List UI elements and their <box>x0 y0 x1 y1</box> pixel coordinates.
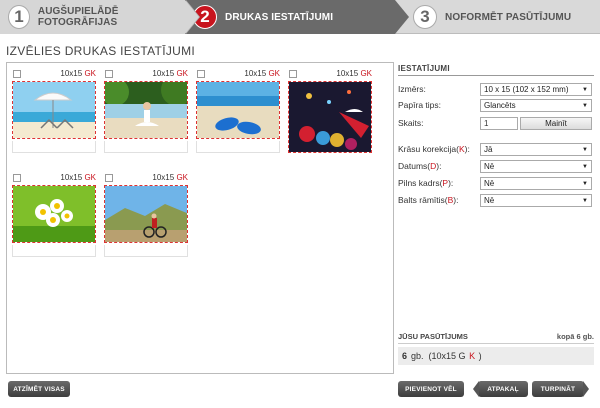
step-divider <box>395 0 409 34</box>
photo-tile[interactable]: 10x15 GK <box>10 171 98 259</box>
settings-header: IESTATĪJUMI <box>398 62 594 76</box>
photo-caption <box>12 141 96 153</box>
white-border-select[interactable]: Nē ▼ <box>480 193 592 207</box>
chevron-down-icon: ▼ <box>582 163 588 170</box>
print-settings-panel: IESTATĪJUMI Izmērs: 10 x 15 (102 x 152 m… <box>398 62 594 207</box>
photo-tile[interactable]: 10x15 GK <box>102 67 190 155</box>
photo-checkbox[interactable] <box>105 70 113 78</box>
step-number: 3 <box>413 5 437 29</box>
photo-caption <box>104 141 188 153</box>
photo-size-label: 10x15 GK <box>60 69 96 78</box>
full-frame-row: Pilns kadrs(P): Nē ▼ <box>398 176 594 190</box>
photo-size-label: 10x15 GK <box>60 173 96 182</box>
order-summary: JŪSU PASŪTĪJUMS kopā 6 gb. 6 gb. (10x15 … <box>398 332 594 368</box>
size-label: Izmērs: <box>398 84 426 94</box>
step-print-settings[interactable]: 2 DRUKAS IESTATĪJUMI <box>185 0 395 34</box>
size-row: Izmērs: 10 x 15 (102 x 152 mm) ▼ <box>398 82 594 96</box>
add-more-button[interactable]: PIEVIENOT VĒL <box>398 381 464 397</box>
white-border-label: Balts rāmītis(B): <box>398 195 459 205</box>
photo-checkbox[interactable] <box>197 70 205 78</box>
order-unit: gb. <box>411 351 424 361</box>
chevron-down-icon: ▼ <box>582 180 588 187</box>
date-label: Datums(D): <box>398 161 442 171</box>
photo-size-label: 10x15 GK <box>244 69 280 78</box>
step-divider <box>185 0 199 34</box>
photo-caption <box>104 245 188 257</box>
paper-row: Papīra tips: Glancēts ▼ <box>398 98 594 112</box>
full-frame-label: Pilns kadrs(P): <box>398 178 454 188</box>
full-frame-select[interactable]: Nē ▼ <box>480 176 592 190</box>
step-label: DRUKAS IESTATĪJUMI <box>225 11 334 23</box>
daisies-photo[interactable] <box>12 185 96 243</box>
date-select[interactable]: Nē ▼ <box>480 159 592 173</box>
photo-checkbox[interactable] <box>13 70 21 78</box>
photo-tile[interactable]: 10x15 GK <box>286 67 374 155</box>
count-input[interactable]: 1 <box>480 116 518 130</box>
wizard-steps: 1 AUGŠUPIELĀDĒ FOTOGRĀFIJAS 2 DRUKAS IES… <box>0 0 600 34</box>
date-row: Datums(D): Nē ▼ <box>398 159 594 173</box>
photo-checkbox[interactable] <box>289 70 297 78</box>
paper-label: Papīra tips: <box>398 100 441 110</box>
photo-grid: 10x15 GK 10x15 GK 10x15 GK 10x15 GK 10x1… <box>6 62 394 374</box>
chevron-down-icon: ▼ <box>582 197 588 204</box>
yoga-woman-photo[interactable] <box>104 81 188 139</box>
order-detail: (10x15 G K ) <box>428 351 482 361</box>
photo-size-label: 10x15 GK <box>152 173 188 182</box>
flip-flops-sand-photo[interactable] <box>196 81 280 139</box>
continue-button[interactable]: TURPINĀT <box>532 381 589 397</box>
photo-caption <box>12 245 96 257</box>
chevron-down-icon: ▼ <box>582 102 588 109</box>
photo-tile[interactable]: 10x15 GK <box>10 67 98 155</box>
photo-tile[interactable]: 10x15 GK <box>102 171 190 259</box>
order-title: JŪSU PASŪTĪJUMS <box>398 332 468 341</box>
white-border-row: Balts rāmītis(B): Nē ▼ <box>398 193 594 207</box>
size-select[interactable]: 10 x 15 (102 x 152 mm) ▼ <box>480 82 592 96</box>
photo-checkbox[interactable] <box>105 174 113 182</box>
step-label: NOFORMĒT PASŪTĪJUMU <box>445 11 572 23</box>
paper-select[interactable]: Glancēts ▼ <box>480 98 592 112</box>
photo-tile[interactable]: 10x15 GK <box>194 67 282 155</box>
color-correction-label: Krāsu korekcija(K): <box>398 144 470 154</box>
color-correction-row: Krāsu korekcija(K): Jā ▼ <box>398 142 594 156</box>
step-checkout[interactable]: 3 NOFORMĒT PASŪTĪJUMU <box>395 0 600 34</box>
mark-all-button[interactable]: ATZĪMĒT VISAS <box>8 381 70 397</box>
count-label: Skaits: <box>398 118 424 128</box>
christmas-ornaments-photo[interactable] <box>288 81 372 153</box>
photo-size-label: 10x15 GK <box>152 69 188 78</box>
photo-checkbox[interactable] <box>13 174 21 182</box>
change-button[interactable]: Mainīt <box>520 116 592 130</box>
step-number: 1 <box>8 5 30 29</box>
order-qty: 6 <box>402 351 408 361</box>
page-title: IZVĒLIES DRUKAS IESTATĪJUMI <box>6 44 196 58</box>
color-correction-select[interactable]: Jā ▼ <box>480 142 592 156</box>
beach-umbrella-chairs-photo[interactable] <box>12 81 96 139</box>
step-label: AUGŠUPIELĀDĒ FOTOGRĀFIJAS <box>37 6 119 28</box>
chevron-down-icon: ▼ <box>582 146 588 153</box>
order-header: JŪSU PASŪTĪJUMS kopā 6 gb. <box>398 332 594 344</box>
order-line: 6 gb. (10x15 G K ) <box>398 347 594 365</box>
count-row: Skaits: 1 Mainīt <box>398 116 594 130</box>
order-total: kopā 6 gb. <box>556 332 594 341</box>
chevron-down-icon: ▼ <box>582 86 588 93</box>
photo-size-label: 10x15 GK <box>336 69 372 78</box>
cyclist-photo[interactable] <box>104 185 188 243</box>
photo-caption <box>196 141 280 153</box>
step-upload[interactable]: 1 AUGŠUPIELĀDĒ FOTOGRĀFIJAS <box>0 0 185 34</box>
back-button[interactable]: ATPAKAĻ <box>473 381 528 397</box>
